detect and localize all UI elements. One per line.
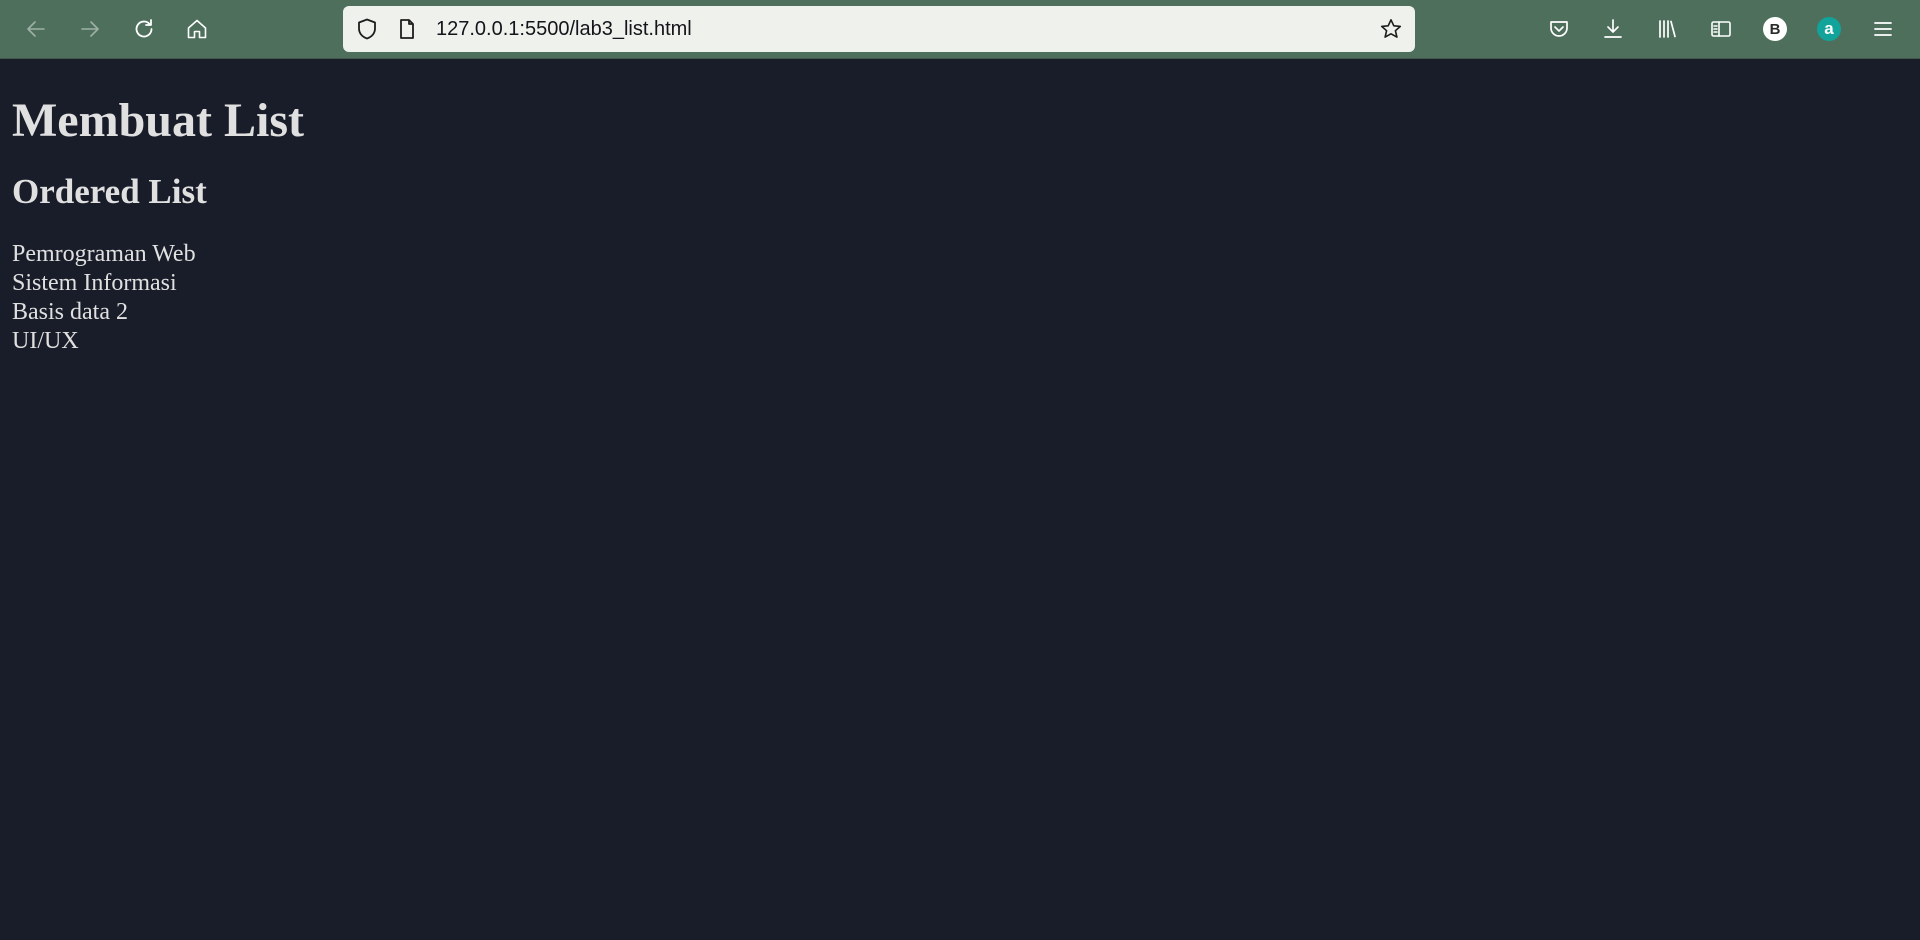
sidebar-icon	[1711, 21, 1731, 37]
page-icon[interactable]	[395, 17, 419, 41]
menu-button[interactable]	[1864, 10, 1902, 48]
reload-icon	[135, 19, 153, 38]
pocket-icon	[1550, 21, 1568, 37]
library-button[interactable]	[1648, 10, 1686, 48]
forward-arrow-icon	[81, 21, 99, 37]
forward-button[interactable]	[71, 10, 109, 48]
browser-toolbar: 127.0.0.1:5500/lab3_list.html B a	[0, 0, 1920, 59]
section-heading: Ordered List	[12, 172, 207, 211]
downloads-button[interactable]	[1594, 10, 1632, 48]
pocket-button[interactable]	[1540, 10, 1578, 48]
list-item: Sistem Informasi	[12, 270, 177, 296]
sidebar-button[interactable]	[1702, 10, 1740, 48]
url-text[interactable]: 127.0.0.1:5500/lab3_list.html	[436, 18, 692, 40]
download-icon	[1604, 19, 1622, 38]
library-icon	[1659, 20, 1676, 38]
extension-a-icon: a	[1817, 17, 1841, 41]
profile-avatar: B	[1763, 17, 1787, 41]
list-item: Basis data 2	[12, 299, 128, 325]
back-arrow-icon	[27, 21, 45, 37]
home-button[interactable]	[178, 10, 216, 48]
shield-icon[interactable]	[355, 17, 379, 41]
home-icon	[187, 19, 207, 39]
page-title: Membuat List	[12, 94, 304, 147]
list-item: Pemrograman Web	[12, 241, 196, 267]
star-icon[interactable]	[1379, 17, 1403, 41]
page-content: Membuat List Ordered List Pemrograman We…	[0, 59, 1920, 356]
list-item: UI/UX	[12, 328, 79, 354]
hamburger-menu-icon	[1874, 22, 1892, 36]
extension-a-button[interactable]: a	[1810, 10, 1848, 48]
back-button[interactable]	[17, 10, 55, 48]
address-bar[interactable]: 127.0.0.1:5500/lab3_list.html	[343, 6, 1415, 52]
reload-button[interactable]	[125, 10, 163, 48]
profile-avatar-button[interactable]: B	[1756, 10, 1794, 48]
ordered-list: Pemrograman Web Sistem Informasi Basis d…	[12, 240, 1908, 356]
